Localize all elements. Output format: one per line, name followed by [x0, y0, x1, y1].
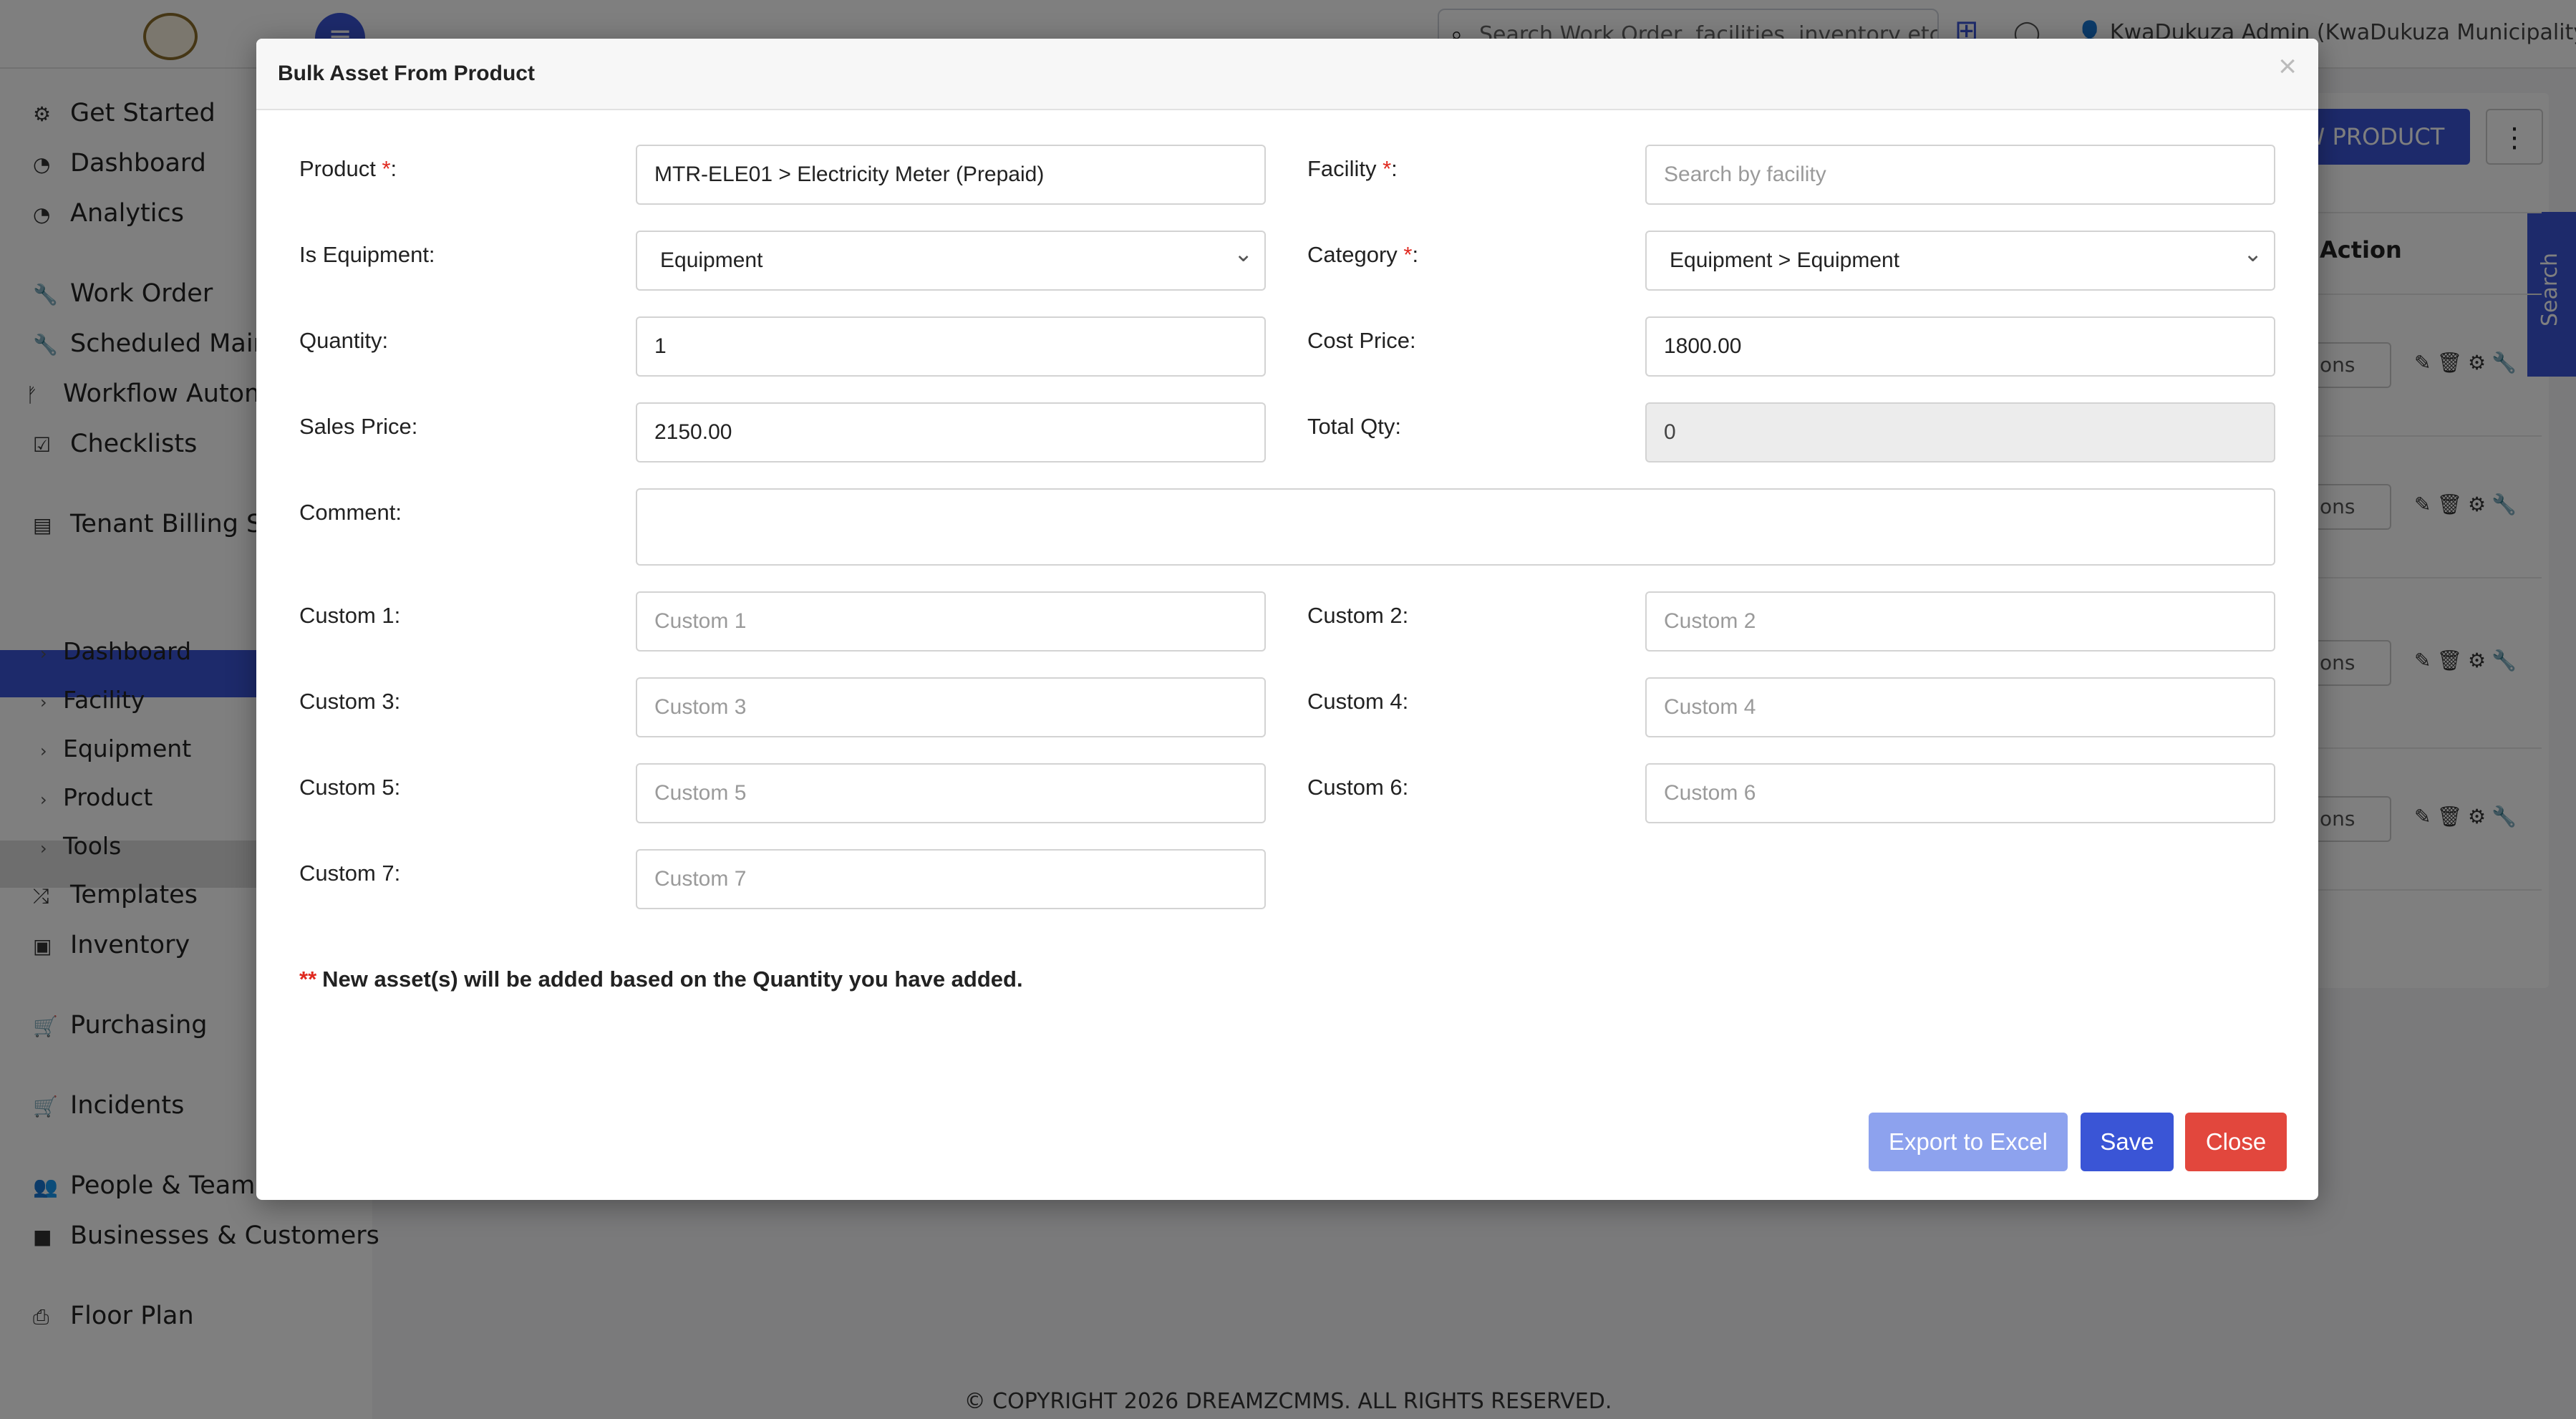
- custom3-label: Custom 3:: [299, 689, 401, 714]
- modal-header: Bulk Asset From Product ×: [256, 39, 2318, 110]
- custom1-label: Custom 1:: [299, 603, 401, 628]
- facility-search-input[interactable]: Search by facility: [1645, 145, 2275, 205]
- comment-label: Comment:: [299, 500, 402, 525]
- bulk-asset-modal: Bulk Asset From Product × Product *: MTR…: [256, 39, 2318, 1200]
- custom5-input[interactable]: Custom 5: [636, 763, 1266, 823]
- custom6-label: Custom 6:: [1307, 775, 1409, 800]
- close-icon[interactable]: ×: [2278, 49, 2297, 84]
- cost-price-input[interactable]: 1800.00: [1645, 316, 2275, 377]
- sales-price-input[interactable]: 2150.00: [636, 402, 1266, 462]
- quantity-note: ** New asset(s) will be added based on th…: [299, 967, 1023, 992]
- is-equipment-label: Is Equipment:: [299, 242, 435, 267]
- total-qty-label: Total Qty:: [1307, 414, 1401, 439]
- comment-textarea[interactable]: [636, 488, 2275, 566]
- custom4-label: Custom 4:: [1307, 689, 1409, 714]
- custom4-input[interactable]: Custom 4: [1645, 677, 2275, 737]
- custom2-label: Custom 2:: [1307, 603, 1409, 628]
- sales-price-label: Sales Price:: [299, 414, 418, 439]
- custom3-input[interactable]: Custom 3: [636, 677, 1266, 737]
- quantity-input[interactable]: 1: [636, 316, 1266, 377]
- export-to-excel-button[interactable]: Export to Excel: [1869, 1113, 2068, 1171]
- total-qty-input: 0: [1645, 402, 2275, 462]
- custom6-input[interactable]: Custom 6: [1645, 763, 2275, 823]
- facility-label: Facility *:: [1307, 156, 1398, 181]
- cost-price-label: Cost Price:: [1307, 328, 1416, 353]
- custom7-input[interactable]: Custom 7: [636, 849, 1266, 909]
- modal-title: Bulk Asset From Product: [278, 62, 535, 85]
- custom1-input[interactable]: Custom 1: [636, 591, 1266, 652]
- category-label: Category *:: [1307, 242, 1419, 267]
- close-button[interactable]: Close: [2185, 1113, 2287, 1171]
- quantity-label: Quantity:: [299, 328, 389, 353]
- custom5-label: Custom 5:: [299, 775, 401, 800]
- product-input[interactable]: MTR-ELE01 > Electricity Meter (Prepaid): [636, 145, 1266, 205]
- category-select[interactable]: Equipment > Equipment: [1645, 231, 2275, 291]
- is-equipment-select[interactable]: Equipment: [636, 231, 1266, 291]
- custom2-input[interactable]: Custom 2: [1645, 591, 2275, 652]
- save-button[interactable]: Save: [2081, 1113, 2174, 1171]
- custom7-label: Custom 7:: [299, 861, 401, 886]
- product-label: Product *:: [299, 156, 397, 181]
